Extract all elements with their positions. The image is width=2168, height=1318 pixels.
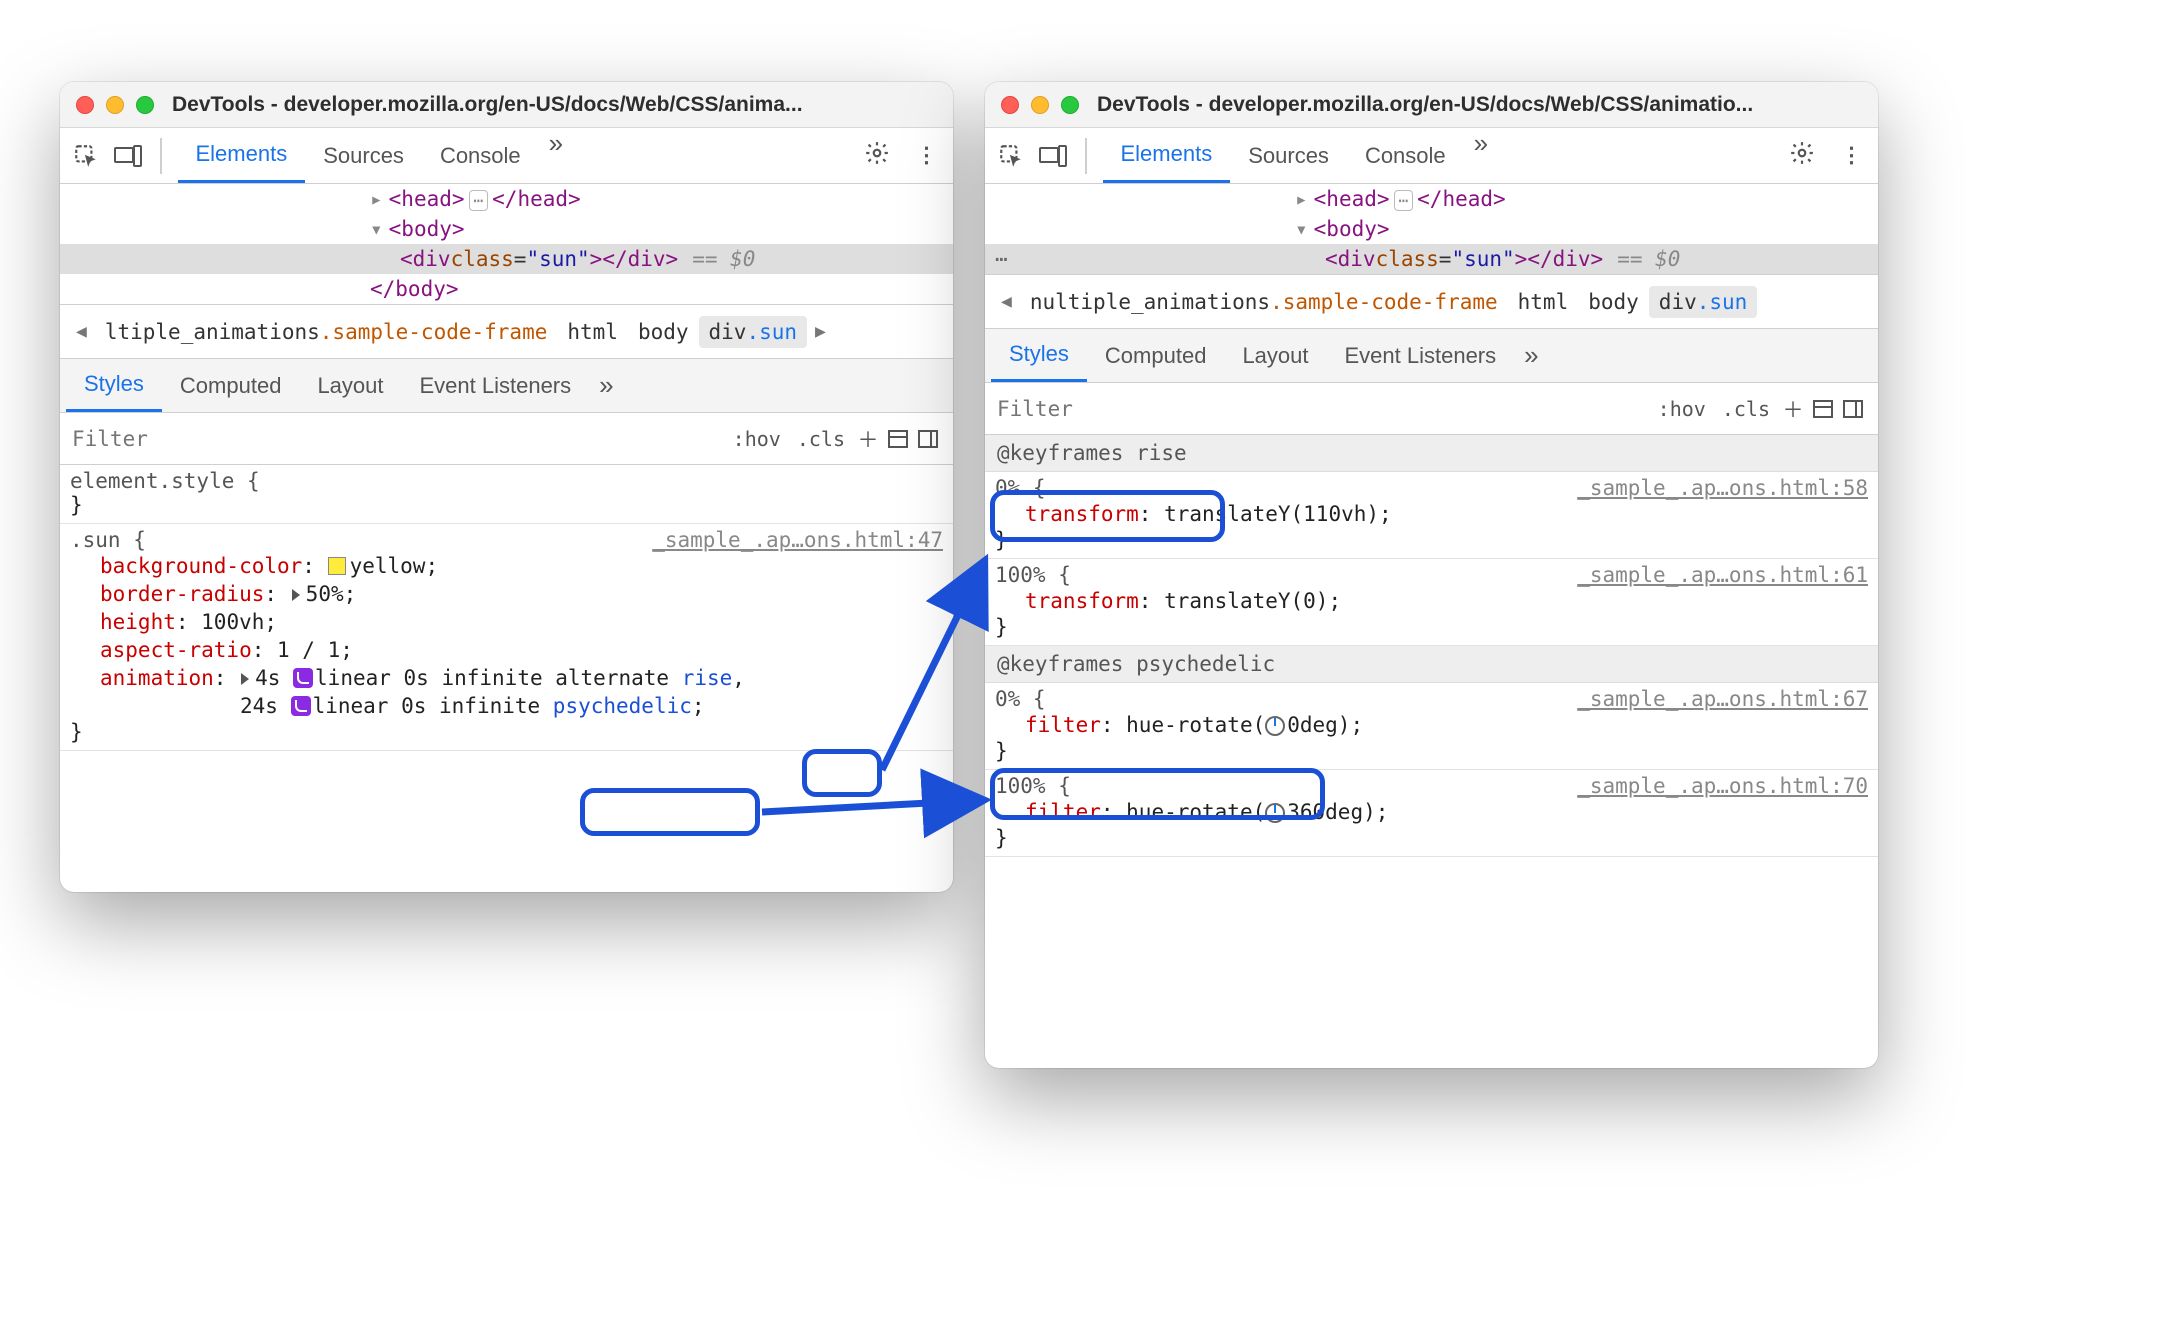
new-rule-icon[interactable]: ＋ bbox=[1778, 394, 1808, 424]
hov-toggle[interactable]: :hov bbox=[1650, 393, 1714, 425]
crumb-body[interactable]: body bbox=[628, 316, 699, 348]
rule-selector[interactable]: .sun { bbox=[70, 528, 146, 552]
subtab-computed[interactable]: Computed bbox=[162, 359, 300, 412]
crumb-html[interactable]: html bbox=[1508, 286, 1579, 318]
more-subtabs-icon[interactable]: » bbox=[1514, 340, 1548, 371]
close-icon[interactable] bbox=[1001, 96, 1019, 114]
crumbs-next-icon[interactable]: ▶ bbox=[807, 321, 834, 342]
styles-subtabs: Styles Computed Layout Event Listeners » bbox=[985, 329, 1878, 383]
computed-toggle-icon[interactable] bbox=[1808, 399, 1838, 419]
gear-icon[interactable] bbox=[858, 140, 896, 172]
selected-node[interactable]: <div class="sun"></div>== $0 bbox=[60, 244, 953, 274]
row-actions-icon[interactable]: ⋯ bbox=[995, 247, 1008, 271]
tab-sources[interactable]: Sources bbox=[1230, 128, 1347, 183]
crumb-frame[interactable]: nultiple_animations.sample-code-frame bbox=[1020, 286, 1508, 318]
keyframes-psychedelic-header[interactable]: @keyframes psychedelic bbox=[985, 646, 1878, 683]
angle-icon[interactable] bbox=[1265, 803, 1285, 823]
keyframes-rise-header[interactable]: @keyframes rise bbox=[985, 435, 1878, 472]
source-link[interactable]: _sample_.ap…ons.html:58 bbox=[1577, 476, 1868, 500]
subtab-event-listeners[interactable]: Event Listeners bbox=[1327, 329, 1515, 382]
devtools-toolbar: Elements Sources Console » ⋮ bbox=[60, 128, 953, 184]
styles-pane[interactable]: element.style { } _sample_.ap…ons.html:4… bbox=[60, 465, 953, 751]
element-style-selector[interactable]: element.style { bbox=[70, 469, 260, 493]
subtab-styles[interactable]: Styles bbox=[66, 359, 162, 412]
tab-console[interactable]: Console bbox=[422, 128, 539, 183]
gear-icon[interactable] bbox=[1783, 140, 1821, 172]
cls-toggle[interactable]: .cls bbox=[1714, 393, 1778, 425]
minimize-icon[interactable] bbox=[106, 96, 124, 114]
sidebar-toggle-icon[interactable] bbox=[913, 429, 943, 449]
close-icon[interactable] bbox=[76, 96, 94, 114]
subtab-layout[interactable]: Layout bbox=[299, 359, 401, 412]
dom-tree[interactable]: ▸<head>⋯</head> ▾<body> <div class="sun"… bbox=[60, 184, 953, 305]
selected-node[interactable]: ⋯ <div class="sun"></div>== $0 bbox=[985, 244, 1878, 274]
subtab-styles[interactable]: Styles bbox=[991, 329, 1087, 382]
devtools-window-right: DevTools - developer.mozilla.org/en-US/d… bbox=[985, 82, 1878, 1068]
color-swatch-icon[interactable] bbox=[328, 557, 346, 575]
breadcrumb[interactable]: ◀ ltiple_animations.sample-code-frame ht… bbox=[60, 305, 953, 359]
device-icon[interactable] bbox=[112, 140, 144, 172]
source-link[interactable]: _sample_.ap…ons.html:61 bbox=[1577, 563, 1868, 587]
easing-icon[interactable] bbox=[291, 696, 311, 716]
expand-icon[interactable] bbox=[292, 589, 300, 601]
tab-sources[interactable]: Sources bbox=[305, 128, 422, 183]
tab-console[interactable]: Console bbox=[1347, 128, 1464, 183]
titlebar[interactable]: DevTools - developer.mozilla.org/en-US/d… bbox=[985, 82, 1878, 128]
hov-toggle[interactable]: :hov bbox=[725, 423, 789, 455]
sidebar-toggle-icon[interactable] bbox=[1838, 399, 1868, 419]
styles-filter-bar: :hov .cls ＋ bbox=[60, 413, 953, 465]
breadcrumb[interactable]: ◀ nultiple_animations.sample-code-frame … bbox=[985, 275, 1878, 329]
window-title: DevTools - developer.mozilla.org/en-US/d… bbox=[172, 93, 937, 117]
crumb-body[interactable]: body bbox=[1578, 286, 1649, 318]
subtab-event-listeners[interactable]: Event Listeners bbox=[402, 359, 590, 412]
subtab-layout[interactable]: Layout bbox=[1224, 329, 1326, 382]
crumb-selected[interactable]: div.sun bbox=[699, 316, 808, 348]
device-icon[interactable] bbox=[1037, 140, 1069, 172]
panel-tabs: Elements Sources Console » bbox=[1103, 128, 1499, 183]
keyframe-link-rise[interactable]: rise bbox=[682, 666, 733, 690]
styles-pane[interactable]: @keyframes rise _sample_.ap…ons.html:580… bbox=[985, 435, 1878, 857]
cls-toggle[interactable]: .cls bbox=[789, 423, 853, 455]
easing-icon[interactable] bbox=[293, 668, 313, 688]
styles-subtabs: Styles Computed Layout Event Listeners » bbox=[60, 359, 953, 413]
more-tabs-icon[interactable]: » bbox=[539, 128, 573, 183]
source-link[interactable]: _sample_.ap…ons.html:70 bbox=[1577, 774, 1868, 798]
titlebar[interactable]: DevTools - developer.mozilla.org/en-US/d… bbox=[60, 82, 953, 128]
crumbs-prev-icon[interactable]: ◀ bbox=[68, 321, 95, 342]
source-link[interactable]: _sample_.ap…ons.html:47 bbox=[652, 528, 943, 552]
subtab-computed[interactable]: Computed bbox=[1087, 329, 1225, 382]
traffic-lights bbox=[76, 96, 154, 114]
more-tabs-icon[interactable]: » bbox=[1464, 128, 1498, 183]
tab-elements[interactable]: Elements bbox=[1103, 128, 1231, 183]
expand-icon[interactable] bbox=[241, 673, 249, 685]
keyframe-link-psychedelic[interactable]: psychedelic bbox=[553, 694, 692, 718]
devtools-toolbar: Elements Sources Console » ⋮ bbox=[985, 128, 1878, 184]
kebab-icon[interactable]: ⋮ bbox=[906, 143, 943, 168]
tab-elements[interactable]: Elements bbox=[178, 128, 306, 183]
crumbs-prev-icon[interactable]: ◀ bbox=[993, 291, 1020, 312]
devtools-window-left: DevTools - developer.mozilla.org/en-US/d… bbox=[60, 82, 953, 892]
zoom-icon[interactable] bbox=[1061, 96, 1079, 114]
new-rule-icon[interactable]: ＋ bbox=[853, 424, 883, 454]
minimize-icon[interactable] bbox=[1031, 96, 1049, 114]
dom-tree[interactable]: ▸<head>⋯</head> ▾<body> ⋯ <div class="su… bbox=[985, 184, 1878, 275]
zoom-icon[interactable] bbox=[136, 96, 154, 114]
crumb-selected[interactable]: div.sun bbox=[1649, 286, 1758, 318]
styles-filter-input[interactable] bbox=[995, 393, 1650, 425]
traffic-lights bbox=[1001, 96, 1079, 114]
styles-filter-input[interactable] bbox=[70, 423, 725, 455]
window-title: DevTools - developer.mozilla.org/en-US/d… bbox=[1097, 93, 1862, 117]
source-link[interactable]: _sample_.ap…ons.html:67 bbox=[1577, 687, 1868, 711]
more-subtabs-icon[interactable]: » bbox=[589, 370, 623, 401]
panel-tabs: Elements Sources Console » bbox=[178, 128, 574, 183]
inspect-icon[interactable] bbox=[995, 140, 1027, 172]
inspect-icon[interactable] bbox=[70, 140, 102, 172]
crumb-html[interactable]: html bbox=[557, 316, 628, 348]
angle-icon[interactable] bbox=[1265, 716, 1285, 736]
crumb-frame[interactable]: ltiple_animations.sample-code-frame bbox=[95, 316, 558, 348]
styles-filter-bar: :hov .cls ＋ bbox=[985, 383, 1878, 435]
computed-toggle-icon[interactable] bbox=[883, 429, 913, 449]
kebab-icon[interactable]: ⋮ bbox=[1831, 143, 1868, 168]
